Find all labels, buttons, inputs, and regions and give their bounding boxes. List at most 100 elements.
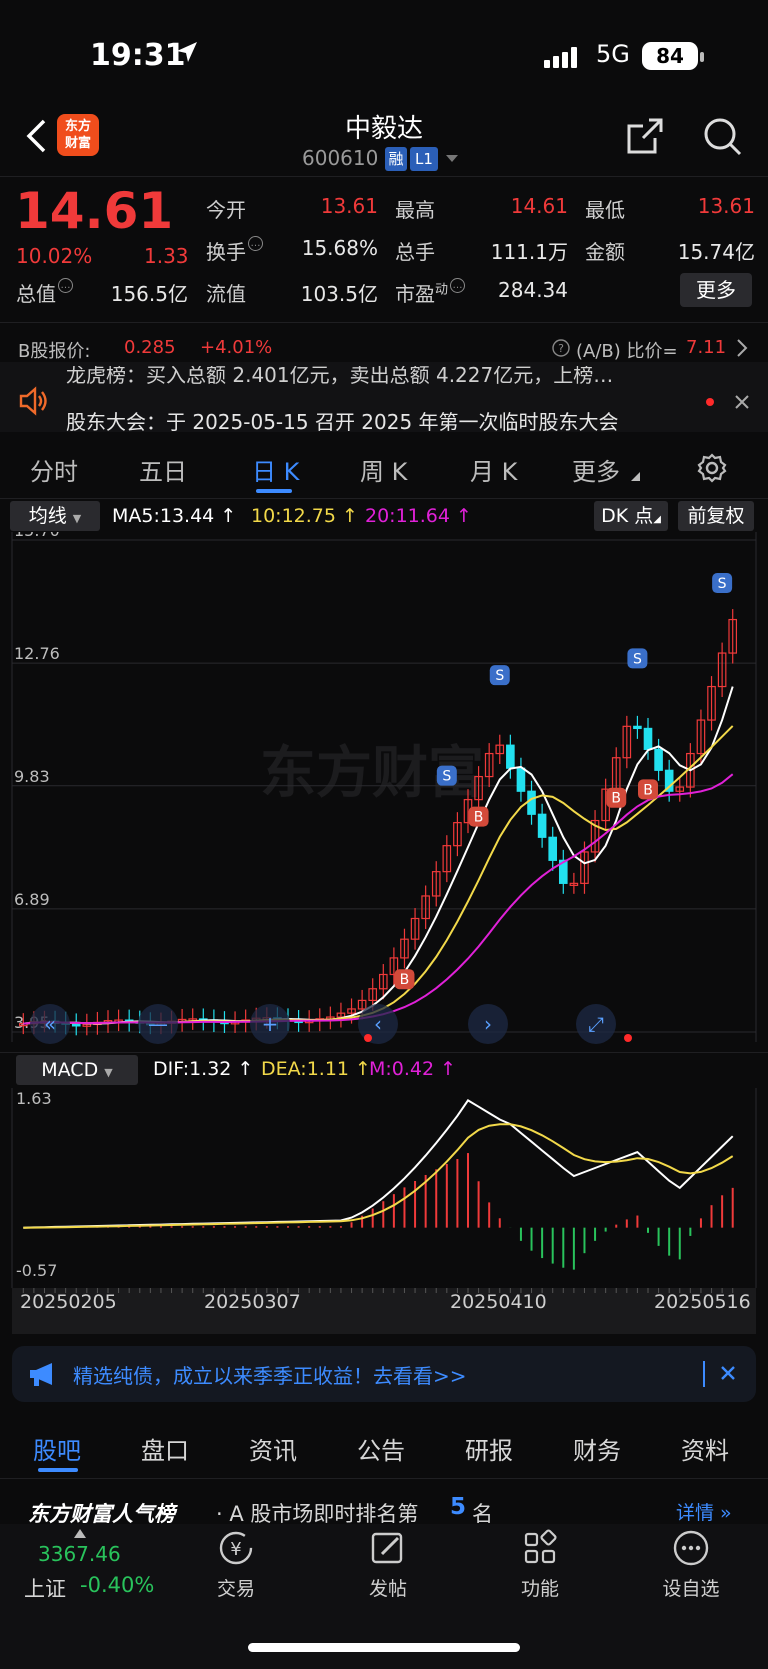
ab-ratio-value: 7.11: [686, 337, 727, 358]
low-value: 13.61: [697, 194, 755, 218]
red-dot: [364, 1034, 372, 1042]
status-bar: 19:31 5G 84: [0, 0, 768, 110]
info-icon[interactable]: …: [450, 278, 466, 293]
chart-nav-glyph: ‹: [374, 1012, 382, 1036]
tab-announcements[interactable]: 公告: [357, 1431, 405, 1466]
active-tab-indicator: [256, 489, 292, 493]
open-value: 13.61: [320, 194, 378, 218]
svg-text:?: ?: [558, 342, 564, 355]
candle-body: [537, 813, 547, 838]
dk-point-button[interactable]: DK 点◢: [594, 501, 668, 531]
dif-value: DIF:1.32 ↑: [153, 1058, 254, 1080]
more-button[interactable]: 更多: [680, 273, 752, 307]
tab-monthly-k[interactable]: 月 K: [470, 452, 517, 487]
news-line-2[interactable]: 股东大会：于 2025-05-15 召开 2025 年第一次临时股东大会: [66, 406, 619, 435]
chevron-down-icon[interactable]: [446, 155, 458, 162]
info-icon[interactable]: …: [248, 236, 263, 251]
candle-body: [548, 836, 558, 861]
change-percent: 10.02%: [16, 244, 93, 268]
chart-nav-glyph: ›: [484, 1012, 492, 1036]
signal-icon: [544, 47, 577, 68]
candle-body: [643, 727, 653, 750]
nav-functions[interactable]: 功能: [490, 1528, 590, 1601]
tab-profile[interactable]: 资料: [681, 1431, 729, 1466]
gear-icon[interactable]: [696, 452, 728, 484]
candle-body: [516, 767, 526, 792]
kline-chart[interactable]: 东方财富15.7012.769.836.893.95BSSBBSBS«—+‹›⤢: [0, 532, 768, 1052]
nav-label: 发帖: [368, 1578, 407, 1600]
open-label: 今开: [206, 198, 246, 222]
b-share-pct: +4.01%: [200, 337, 273, 358]
close-icon[interactable]: [734, 394, 750, 410]
red-dot: [624, 1034, 632, 1042]
rank-detail-link[interactable]: 详情 »: [676, 1498, 732, 1525]
grid-icon: [524, 1529, 557, 1564]
yen-cycle-icon: ¥: [219, 1531, 253, 1565]
macd-y-bottom: -0.57: [16, 1261, 57, 1280]
b-share-label: B股报价:: [18, 341, 91, 362]
active-tab-indicator: [38, 1468, 78, 1472]
chart-nav-glyph: —: [148, 1012, 168, 1036]
nav-watchlist[interactable]: 设自选: [641, 1528, 741, 1601]
tab-daily-k[interactable]: 日 K: [252, 452, 299, 487]
y-axis-label: 6.89: [14, 890, 50, 909]
help-icon[interactable]: ?: [552, 339, 570, 357]
info-icon[interactable]: …: [58, 278, 73, 293]
trade-marker-label: B: [474, 810, 484, 826]
tab-research[interactable]: 研报: [465, 1431, 513, 1466]
chart-nav-glyph: «: [44, 1012, 56, 1036]
margin-tag: 融: [385, 147, 407, 171]
change-amount: 1.33: [144, 244, 189, 268]
search-icon[interactable]: [702, 116, 742, 156]
nav-post[interactable]: 发帖: [338, 1528, 438, 1601]
tab-five-day[interactable]: 五日: [139, 452, 187, 487]
candle-body: [633, 725, 642, 730]
news-line-1[interactable]: 龙虎榜：买入总额 2.401亿元，卖出总额 4.227亿元，上榜…: [66, 366, 686, 386]
level-tag: L1: [410, 147, 438, 171]
indicator-select[interactable]: 均线 ▼: [10, 501, 100, 531]
date-label: 20250205: [20, 1291, 117, 1313]
tab-news[interactable]: 资讯: [249, 1431, 297, 1466]
tab-weekly-k[interactable]: 周 K: [360, 452, 407, 487]
macd-y-top: 1.63: [16, 1089, 52, 1108]
mktcap-label[interactable]: 总值…: [16, 278, 73, 307]
index-name[interactable]: 上证: [24, 1573, 66, 1603]
ma20-value: 20:11.64 ↑: [365, 505, 472, 527]
turnover-label[interactable]: 换手…: [206, 236, 263, 265]
adjust-button[interactable]: 前复权: [678, 501, 754, 531]
macd-chart[interactable]: 1.63 -0.57 20250205 20250307 20250410 2025051…: [0, 1088, 768, 1334]
index-value[interactable]: 3367.46: [38, 1542, 121, 1566]
network-type: 5G: [596, 40, 630, 68]
chevron-right-icon[interactable]: [735, 338, 749, 358]
high-value: 14.61: [510, 194, 568, 218]
tab-more[interactable]: 更多: [572, 452, 620, 487]
tab-guba[interactable]: 股吧: [33, 1431, 81, 1466]
divider: [0, 498, 768, 499]
tab-intraday[interactable]: 分时: [30, 452, 78, 487]
trade-marker-label: S: [633, 651, 642, 667]
nav-label: 设自选: [662, 1578, 720, 1600]
chart-nav-glyph: +: [262, 1012, 279, 1036]
macd-select[interactable]: MACD ▼: [16, 1055, 138, 1085]
tab-finance[interactable]: 财务: [573, 1431, 621, 1466]
high-label: 最高: [395, 198, 435, 222]
close-icon[interactable]: [720, 1365, 736, 1381]
dea-line: [23, 1123, 734, 1229]
trade-marker-label: B: [643, 782, 653, 798]
location-arrow-icon: [177, 42, 197, 62]
pe-label[interactable]: 市盈动…: [395, 278, 466, 307]
date-label: 20250307: [204, 1291, 301, 1313]
corner-triangle-icon: [631, 472, 640, 481]
volume-value: 111.1万: [490, 240, 568, 264]
index-pct[interactable]: -0.40%: [80, 1573, 154, 1597]
edit-icon: [371, 1532, 403, 1564]
float-label: 流值: [206, 282, 246, 306]
trade-marker-label: B: [611, 791, 621, 807]
promo-text[interactable]: 精选纯债，成立以来季季正收益！去看看>>: [73, 1360, 467, 1389]
float-value: 103.5亿: [300, 282, 378, 306]
home-indicator[interactable]: [248, 1643, 520, 1652]
nav-trade[interactable]: ¥ 交易: [186, 1528, 286, 1601]
share-icon[interactable]: [625, 116, 665, 156]
tab-orderbook[interactable]: 盘口: [141, 1431, 189, 1466]
m-value: M:0.42 ↑: [369, 1058, 457, 1080]
